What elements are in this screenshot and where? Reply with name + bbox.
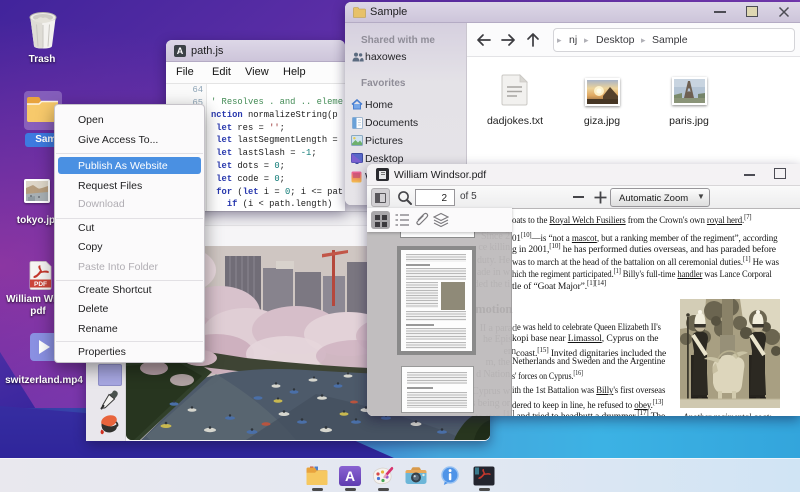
svg-text:PDF: PDF	[34, 281, 47, 288]
